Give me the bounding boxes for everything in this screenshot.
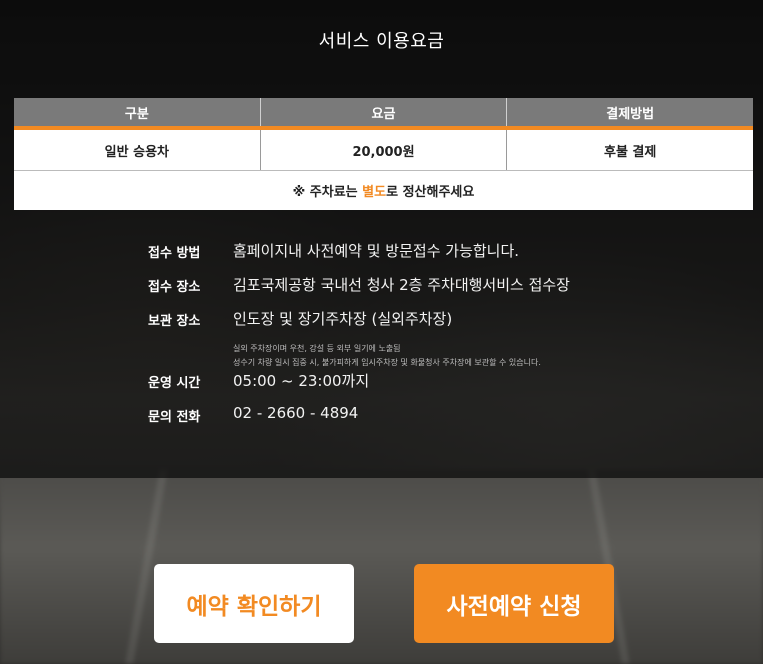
info-value: 홈페이지내 사전예약 및 방문접수 가능합니다. [233,242,520,260]
info-value: 인도장 및 장기주차장 (실외주차장) [233,310,453,328]
storage-note: 실외 주차장이며 우천, 강설 등 외부 일기에 노출됨 [233,344,401,353]
info-value: 05:00 ~ 23:00까지 [233,372,370,390]
header-fee: 요금 [261,98,508,126]
table-row: 일반 승용차 20,000원 후불 결제 [14,130,753,171]
info-value: 김포국제공항 국내선 청사 2층 주차대행서비스 접수장 [233,276,570,294]
info-label: 문의 전화 [148,410,201,425]
storage-note: 성수기 차량 일시 집중 시, 불가피하게 임시주차장 및 화물청사 주차장에 … [233,358,541,367]
fee-table: 구분 요금 결제방법 일반 승용차 20,000원 후불 결제 ※ 주차료는 별… [14,98,753,210]
pre-reservation-button[interactable]: 사전예약 신청 [414,564,614,643]
storage-notes: 실외 주차장이며 우천, 강설 등 외부 일기에 노출됨 성수기 차량 일시 집… [233,342,541,370]
info-value: 02 - 2660 - 4894 [233,404,359,422]
notice-prefix: ※ 주차료는 [292,185,363,200]
cell-payment: 후불 결제 [603,144,657,160]
info-label: 보관 장소 [148,314,201,329]
notice-suffix: 로 정산해주세요 [386,185,475,200]
fee-table-header: 구분 요금 결제방법 [14,98,753,130]
parking-fee-notice: ※ 주차료는 별도 로 정산해주세요 [14,171,753,210]
service-fee-section: 서비스 이용요금 구분 요금 결제방법 일반 승용차 20,000원 후불 결제… [0,0,763,664]
notice-highlight: 별도 [362,185,387,200]
info-label: 접수 장소 [148,280,201,295]
header-category: 구분 [14,98,261,126]
info-label: 운영 시간 [148,376,201,391]
cell-category: 일반 승용차 [14,130,261,170]
section-title: 서비스 이용요금 [318,31,445,52]
info-label: 접수 방법 [148,246,201,261]
header-payment: 결제방법 [606,106,655,122]
confirm-reservation-button[interactable]: 예약 확인하기 [154,564,354,643]
cell-fee: 20,000원 [261,130,508,170]
